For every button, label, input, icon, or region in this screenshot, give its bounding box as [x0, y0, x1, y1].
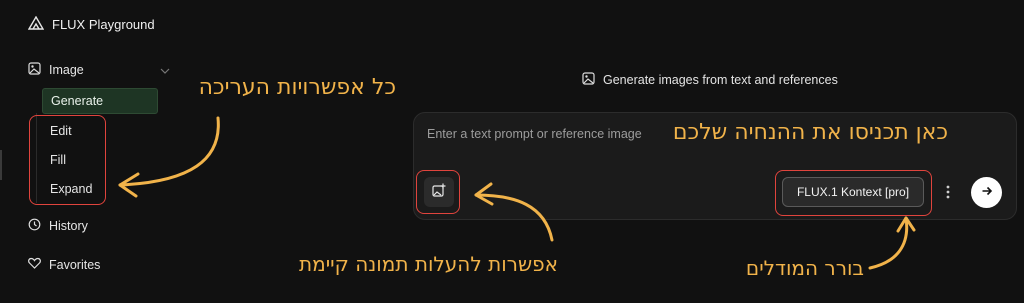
annotation-arrows: [118, 116, 916, 270]
